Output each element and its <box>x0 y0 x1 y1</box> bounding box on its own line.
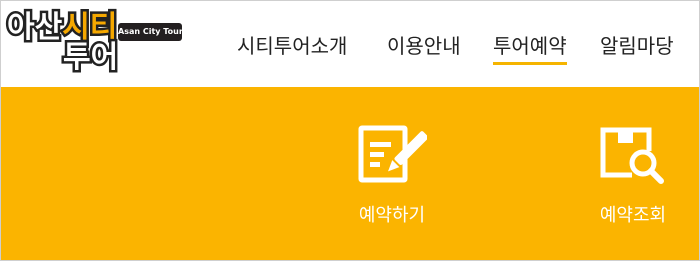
edit-document-icon <box>358 125 427 183</box>
reserve-label: 예약하기 <box>358 205 426 226</box>
site-header: 아산시티 투어 Asan City Tour 시티투어소개 이용안내 투어예약 … <box>1 1 699 87</box>
nav-item-tour-reservation[interactable]: 투어예약 <box>493 31 567 65</box>
reserve-button[interactable]: 예약하기 <box>332 87 452 226</box>
reservation-lookup-label: 예약조회 <box>599 205 667 226</box>
reservation-lookup-button[interactable]: 예약조회 <box>573 87 693 226</box>
page-frame: 아산시티 투어 Asan City Tour 시티투어소개 이용안내 투어예약 … <box>0 0 700 261</box>
box-search-icon <box>600 127 664 184</box>
nav-item-city-tour-intro[interactable]: 시티투어소개 <box>237 31 347 65</box>
nav-item-usage-guide[interactable]: 이용안내 <box>387 31 461 65</box>
nav-item-notice-board[interactable]: 알림마당 <box>600 31 674 65</box>
quick-menu-band: 예약하기 예약조회 <box>1 87 699 260</box>
main-nav: 시티투어소개 이용안내 투어예약 알림마당 <box>1 31 699 71</box>
